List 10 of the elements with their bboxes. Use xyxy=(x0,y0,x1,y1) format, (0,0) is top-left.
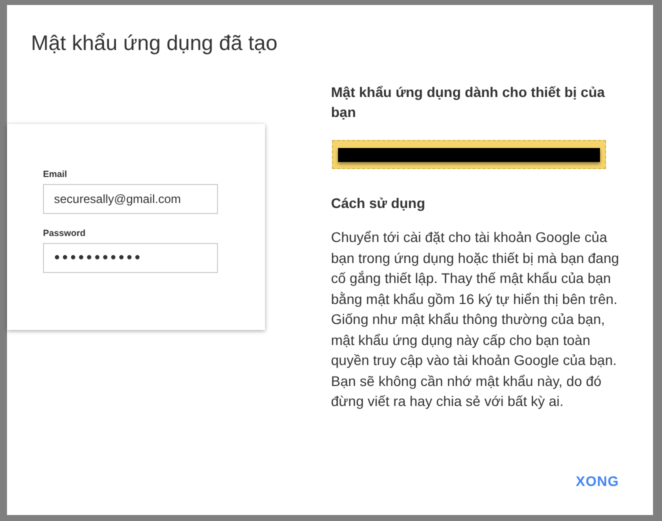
usage-paragraph: Chuyển tới cài đặt cho tài khoản Google của bạn trong ứng dụng hoặc thiết bị mà bạn đang cố gắng thiết lập. Thay thế mật khẩu của bạn bằng mật khẩu gồm 16 ký tự hiển thị bên trên. xyxy=(331,228,620,309)
done-button[interactable]: XONG xyxy=(568,467,627,495)
usage-heading: Cách sử dụng xyxy=(331,194,426,213)
email-field: securesally@gmail.com xyxy=(43,184,218,214)
password-heading: Mật khẩu ứng dụng dành cho thiết bị của bạn xyxy=(331,83,606,122)
password-field: ●●●●●●●●●●● xyxy=(43,242,218,272)
usage-paragraph: Giống như mật khẩu thông thường của bạn, mật khẩu ứng dụng này cấp cho bạn toàn quyền truy cập vào tài khoản Google của bạn. Bạn sẽ không cần nhớ mật khẩu này, do đó đừng viết ra hay chia sẻ với bất kỳ ai. xyxy=(331,310,618,411)
email-label: Email xyxy=(43,168,68,178)
dialog-title: Mật khẩu ứng dụng đã tạo xyxy=(30,31,278,56)
password-label: Password xyxy=(43,228,86,238)
